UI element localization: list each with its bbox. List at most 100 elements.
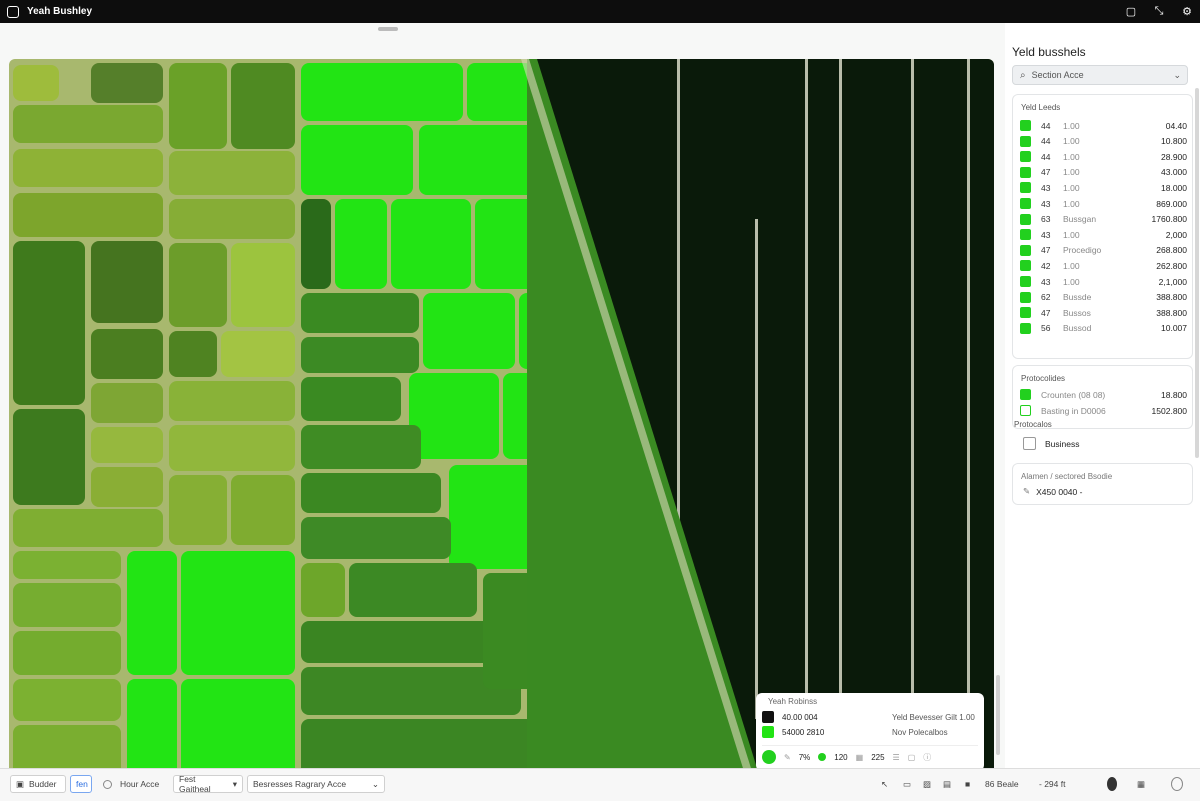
field-plot[interactable] <box>231 475 295 545</box>
field-plot[interactable] <box>335 199 387 289</box>
field-plot[interactable] <box>91 329 163 379</box>
list-icon[interactable]: ☰ <box>893 753 900 762</box>
hour-acce-button[interactable]: Hour Acce <box>98 775 168 793</box>
field-plot[interactable] <box>169 475 227 545</box>
yield-row[interactable]: 44 1.00 04.40 <box>1020 119 1187 132</box>
field-plot[interactable] <box>13 679 121 721</box>
pencil-icon[interactable]: ✎ <box>784 753 791 762</box>
field-plot[interactable] <box>349 563 477 617</box>
field-plot[interactable] <box>169 331 217 377</box>
expand-icon[interactable]: ⤡ <box>1152 3 1166 19</box>
yield-row[interactable]: 43 1.00 18.000 <box>1020 181 1187 194</box>
field-plot[interactable] <box>409 373 499 459</box>
box-icon[interactable]: ■ <box>960 775 980 793</box>
drag-handle[interactable] <box>378 27 398 31</box>
field-plot[interactable] <box>301 337 419 373</box>
field-plot[interactable] <box>13 149 163 187</box>
card-icon[interactable]: ▤ <box>938 775 958 793</box>
protocol-row[interactable]: Basting in D0006 1502.800 <box>1020 404 1187 417</box>
field-plot[interactable] <box>13 583 121 627</box>
chat-icon[interactable]: ▭ <box>898 775 918 793</box>
field-plot[interactable] <box>301 63 463 121</box>
field-plot[interactable] <box>169 63 227 149</box>
field-plot[interactable] <box>301 621 501 663</box>
field-plot[interactable] <box>301 125 413 195</box>
yield-row[interactable]: 43 1.00 2,000 <box>1020 228 1187 241</box>
help-icon[interactable]: ⓘ <box>923 752 931 763</box>
field-plot[interactable] <box>301 473 441 513</box>
field-plot[interactable] <box>231 243 295 327</box>
settings-icon[interactable]: ⚙ <box>1180 3 1194 19</box>
field-plot[interactable] <box>391 199 471 289</box>
field-plot[interactable] <box>181 679 295 777</box>
yield-row[interactable]: 42 1.00 262.800 <box>1020 259 1187 272</box>
field-plot[interactable] <box>91 383 163 423</box>
image-icon[interactable]: ▨ <box>918 775 938 793</box>
field-plot[interactable] <box>13 509 163 547</box>
help-circle-icon[interactable] <box>1166 775 1188 793</box>
yield-row[interactable]: 63 Bussgan 1760.800 <box>1020 213 1187 226</box>
builder-label: Budder <box>29 779 57 789</box>
field-plot[interactable] <box>127 679 177 777</box>
globe-icon[interactable] <box>1102 775 1122 793</box>
field-plot[interactable] <box>169 381 295 421</box>
field-plot[interactable] <box>423 293 515 369</box>
yield-row[interactable]: 56 Bussod 10.007 <box>1020 322 1187 335</box>
business-checkbox-row[interactable]: Business <box>1023 437 1080 450</box>
field-map[interactable] <box>9 59 994 781</box>
field-plot[interactable] <box>13 65 59 101</box>
field-plot[interactable] <box>13 193 163 237</box>
field-plot[interactable] <box>181 551 295 675</box>
map-scrollbar[interactable] <box>996 675 1000 755</box>
field-plot[interactable] <box>301 517 451 559</box>
field-plot[interactable] <box>13 631 121 675</box>
field-plot[interactable] <box>13 241 85 405</box>
field-plot[interactable] <box>13 551 121 579</box>
yield-row[interactable]: 43 1.00 869.000 <box>1020 197 1187 210</box>
field-plot[interactable] <box>467 63 533 121</box>
field-plot[interactable] <box>301 425 421 469</box>
fen-button[interactable]: fen <box>70 775 92 793</box>
yield-row[interactable]: 47 1.00 43.000 <box>1020 166 1187 179</box>
yield-row[interactable]: 44 1.00 10.800 <box>1020 135 1187 148</box>
builder-button[interactable]: ▣ Budder <box>10 775 66 793</box>
field-plot[interactable] <box>91 241 163 323</box>
field-plot[interactable] <box>169 151 295 195</box>
doc-icon[interactable]: ▢ <box>908 753 916 762</box>
fest-dropdown[interactable]: Fest Gaitheal ▾ <box>173 774 243 794</box>
clipboard-icon[interactable]: ▢ <box>1124 3 1138 19</box>
sidebar-scrollbar[interactable] <box>1195 88 1199 458</box>
field-plot[interactable] <box>301 293 419 333</box>
field-plot[interactable] <box>127 551 177 675</box>
field-plot[interactable] <box>221 331 295 377</box>
table-icon[interactable]: ▦ <box>856 753 864 762</box>
field-plot[interactable] <box>169 425 295 471</box>
ragrary-dropdown[interactable]: Besresses Ragrary Acce ⌄ <box>247 775 385 793</box>
protocol-row[interactable]: Crounten (08 08) 18.800 <box>1020 388 1187 401</box>
yield-row[interactable]: 47 Bussos 388.800 <box>1020 306 1187 319</box>
note-field[interactable]: ✎ X450 0040 - <box>1023 486 1082 497</box>
field-plot[interactable] <box>169 199 295 239</box>
yield-row[interactable]: 43 1.00 2,1,000 <box>1020 275 1187 288</box>
yield-row[interactable]: 47 Procedigo 268.800 <box>1020 244 1187 257</box>
dark-field[interactable] <box>527 59 994 781</box>
field-plot[interactable] <box>91 427 163 463</box>
yield-row[interactable]: 62 Bussde 388.800 <box>1020 291 1187 304</box>
field-plot[interactable] <box>13 409 85 505</box>
business-checkbox[interactable] <box>1023 437 1036 450</box>
zoom-level[interactable]: 86 Beale <box>980 775 1030 793</box>
pointer-icon[interactable]: ↖ <box>876 775 896 793</box>
field-plot[interactable] <box>301 377 401 421</box>
field-plot[interactable] <box>13 105 163 143</box>
field-plot[interactable] <box>91 467 163 507</box>
field-plot[interactable] <box>301 563 345 617</box>
yield-row[interactable]: 44 1.00 28.900 <box>1020 150 1187 163</box>
edit-icon[interactable]: ✎ <box>1023 486 1030 497</box>
field-plot[interactable] <box>301 199 331 289</box>
field-plot[interactable] <box>91 63 163 103</box>
layers-icon[interactable]: ▦ <box>1132 775 1152 793</box>
field-plot[interactable] <box>231 63 295 149</box>
legend-desc: Yeld Bevesser Gilt 1.00 <box>892 712 975 722</box>
field-plot[interactable] <box>169 243 227 327</box>
section-select[interactable]: ⌕ Section Acce ⌄ <box>1012 65 1188 85</box>
